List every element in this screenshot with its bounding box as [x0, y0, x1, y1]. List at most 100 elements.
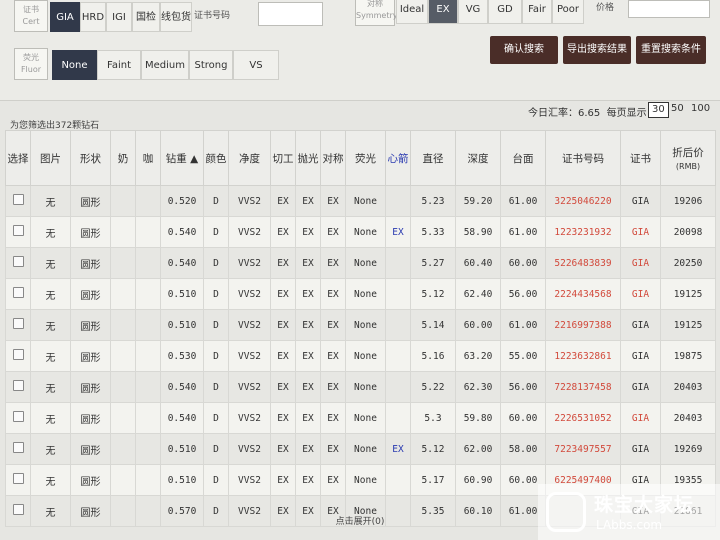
cell-carat: 0.510	[160, 309, 204, 341]
cell-hearts-arrows	[385, 340, 411, 372]
row-select-cell[interactable]	[5, 185, 31, 217]
cell-depth: 63.20	[455, 340, 501, 372]
col-color: 颜色	[203, 130, 229, 186]
row-checkbox[interactable]	[12, 411, 24, 422]
row-checkbox[interactable]	[12, 225, 24, 236]
cell-image: 无	[30, 309, 71, 341]
cell-diameter: 5.17	[410, 464, 456, 496]
row-checkbox[interactable]	[12, 194, 24, 205]
cell-fluor: None	[345, 185, 386, 217]
page-size-100[interactable]: 100	[688, 102, 713, 116]
row-checkbox[interactable]	[12, 442, 24, 453]
cell-diameter: 5.3	[410, 402, 456, 434]
page-size-50[interactable]: 50	[668, 102, 687, 116]
table-row[interactable]: 无圆形 0.520 D VVS2 EX EX EX None 5.23 59.20 61.00 322…	[5, 185, 716, 217]
cell-table: 56.00	[500, 371, 546, 403]
table-row[interactable]: 无圆形 0.510 D VVS2 EX EX EX None 5.12 62.40 56.00 222…	[5, 278, 716, 310]
cell-depth: 59.20	[455, 185, 501, 217]
col-select: 选择	[5, 130, 31, 186]
fluor-option-medium[interactable]: Medium	[141, 50, 189, 80]
cell-carat: 0.510	[160, 464, 204, 496]
row-select-cell[interactable]	[5, 309, 31, 341]
row-select-cell[interactable]	[5, 247, 31, 279]
cell-table: 60.00	[500, 247, 546, 279]
cell-symmetry: EX	[320, 402, 346, 434]
table-row[interactable]: 无圆形 0.510 D VVS2 EX EX EX None 5.14 60.00 61.00 221…	[5, 309, 716, 341]
page-size-30[interactable]: 30	[648, 102, 669, 118]
cell-diameter: 5.23	[410, 185, 456, 217]
row-checkbox[interactable]	[12, 287, 24, 298]
cell-image: 无	[30, 371, 71, 403]
cell-clarity: VVS2	[228, 464, 271, 496]
row-checkbox[interactable]	[12, 256, 24, 267]
row-select-cell[interactable]	[5, 402, 31, 434]
fluor-option-faint[interactable]: Faint	[97, 50, 141, 80]
col-lab: 证书	[620, 130, 661, 186]
confirm-search-button[interactable]: 确认搜索	[490, 36, 558, 64]
cell-cert-no: 3225046220	[545, 185, 621, 217]
cell-clarity: VVS2	[228, 309, 271, 341]
fluor-option-vs[interactable]: VS	[233, 50, 279, 80]
export-results-button[interactable]: 导出搜索结果	[563, 36, 631, 64]
cell-price: 20098	[660, 216, 716, 248]
row-checkbox[interactable]	[12, 473, 24, 484]
row-checkbox[interactable]	[12, 349, 24, 360]
table-row[interactable]: 无圆形 0.540 D VVS2 EX EX EX None 5.3 59.80 60.00 2226…	[5, 402, 716, 434]
reset-search-button[interactable]: 重置搜索条件	[636, 36, 706, 64]
table-row[interactable]: 无圆形 0.540 D VVS2 EX EX EX None EX 5.33 58.90 61.00 1…	[5, 216, 716, 248]
cert-number-input[interactable]	[258, 2, 323, 26]
cert-option-hrd[interactable]: HRD	[80, 2, 106, 32]
table-row[interactable]: 无圆形 0.510 D VVS2 EX EX EX None EX 5.12 62.00 58.00 7…	[5, 433, 716, 465]
cell-milky	[110, 185, 136, 217]
cert-option-igi[interactable]: IGI	[106, 2, 132, 32]
cell-diameter: 5.12	[410, 433, 456, 465]
col-price: 折后价 (RMB)	[660, 130, 716, 186]
sym-option-poor[interactable]: Poor	[552, 0, 584, 24]
cell-symmetry: EX	[320, 278, 346, 310]
cell-fluor: None	[345, 340, 386, 372]
cert-filter-label: 证书 Cert	[14, 0, 48, 32]
row-select-cell[interactable]	[5, 340, 31, 372]
cell-fluor: None	[345, 402, 386, 434]
table-row[interactable]: 无圆形 0.540 D VVS2 EX EX EX None 5.27 60.40 60.00 522…	[5, 247, 716, 279]
sym-option-vg[interactable]: VG	[458, 0, 488, 24]
table-row[interactable]: 无圆形 0.540 D VVS2 EX EX EX None 5.22 62.30 56.00 722…	[5, 371, 716, 403]
cell-clarity: VVS2	[228, 185, 271, 217]
sym-option-ideal[interactable]: Ideal	[396, 0, 428, 24]
cell-shape: 圆形	[70, 402, 111, 434]
cell-color: D	[203, 216, 229, 248]
sym-option-fair[interactable]: Fair	[522, 0, 552, 24]
cell-fluor: None	[345, 247, 386, 279]
cell-lab: GIA	[620, 371, 661, 403]
row-select-cell[interactable]	[5, 464, 31, 496]
col-carat-sortable[interactable]: 钻重 ▲	[160, 130, 204, 186]
cert-option-xianbao[interactable]: 线包货	[160, 2, 192, 32]
cert-option-gia[interactable]: GIA	[50, 2, 80, 32]
table-row[interactable]: 无圆形 0.530 D VVS2 EX EX EX None 5.16 63.20 55.00 122…	[5, 340, 716, 372]
cell-symmetry: EX	[320, 216, 346, 248]
fluor-option-strong[interactable]: Strong	[189, 50, 233, 80]
row-select-cell[interactable]	[5, 433, 31, 465]
cell-depth: 59.80	[455, 402, 501, 434]
cell-clarity: VVS2	[228, 371, 271, 403]
cell-brown	[135, 247, 161, 279]
cell-hearts-arrows	[385, 247, 411, 279]
col-cut: 切工	[270, 130, 296, 186]
sym-option-gd[interactable]: GD	[488, 0, 522, 24]
row-select-cell[interactable]	[5, 371, 31, 403]
row-checkbox[interactable]	[12, 318, 24, 329]
cell-hearts-arrows	[385, 185, 411, 217]
row-checkbox[interactable]	[12, 380, 24, 391]
row-select-cell[interactable]	[5, 278, 31, 310]
fluor-option-none[interactable]: None	[52, 50, 97, 80]
cell-price: 19269	[660, 433, 716, 465]
cell-cert-no: 2226531052	[545, 402, 621, 434]
cell-shape: 圆形	[70, 371, 111, 403]
cert-option-guojian[interactable]: 国检	[132, 2, 160, 32]
price-input[interactable]	[628, 0, 710, 18]
row-select-cell[interactable]	[5, 216, 31, 248]
cell-image: 无	[30, 433, 71, 465]
cell-table: 56.00	[500, 278, 546, 310]
sym-option-ex[interactable]: EX	[428, 0, 458, 24]
cell-hearts-arrows	[385, 278, 411, 310]
